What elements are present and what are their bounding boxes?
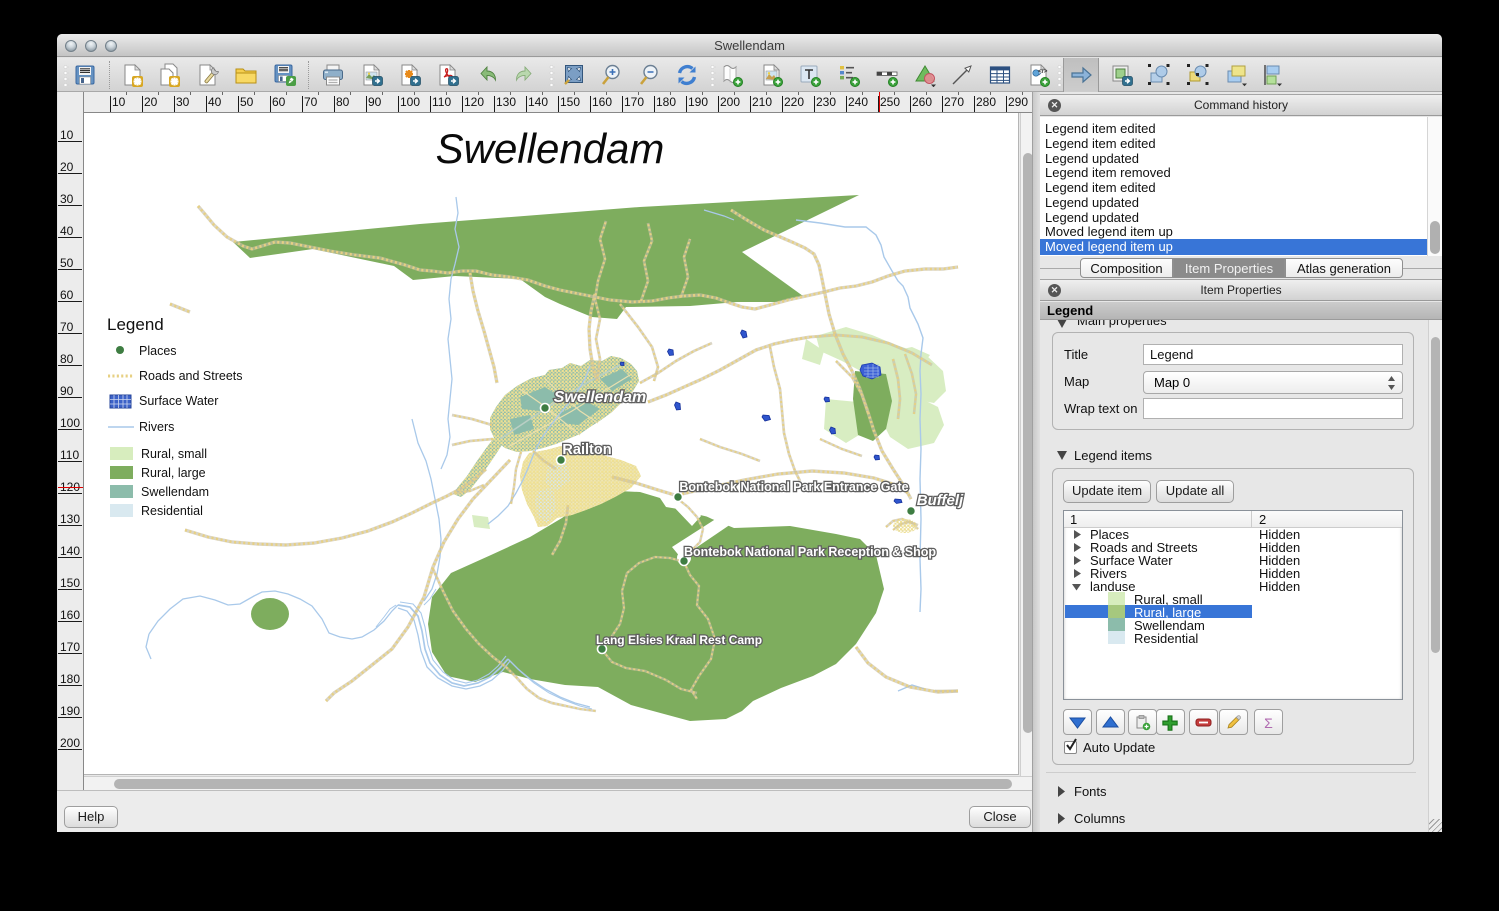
svg-text:Rivers: Rivers: [139, 420, 174, 434]
svg-text:Σ: Σ: [1264, 715, 1273, 731]
svg-text:Lang Elsies Kraal Rest Camp: Lang Elsies Kraal Rest Camp: [596, 633, 762, 647]
svg-text:Swellendam: Swellendam: [436, 125, 665, 172]
svg-text:Rural, small: Rural, small: [141, 447, 207, 461]
svg-text:Swellendam: Swellendam: [554, 389, 646, 406]
svg-text:Places: Places: [139, 344, 177, 358]
svg-text:Bontebok National Park Entranc: Bontebok National Park Entrance Gate: [679, 480, 908, 494]
svg-text:Surface Water: Surface Water: [139, 394, 218, 408]
svg-text:Buffelj: Buffelj: [917, 492, 964, 509]
svg-text:Swellendam: Swellendam: [141, 485, 209, 499]
svg-text:</>: </>: [1038, 68, 1048, 75]
svg-text:Railton: Railton: [562, 442, 611, 458]
svg-text:Legend: Legend: [107, 315, 164, 334]
svg-text:Bontebok National Park Recepti: Bontebok National Park Reception & Shop: [684, 545, 936, 559]
svg-text:Residential: Residential: [141, 504, 203, 518]
svg-text:Roads and Streets: Roads and Streets: [139, 369, 243, 383]
svg-text:Rural, large: Rural, large: [141, 466, 206, 480]
